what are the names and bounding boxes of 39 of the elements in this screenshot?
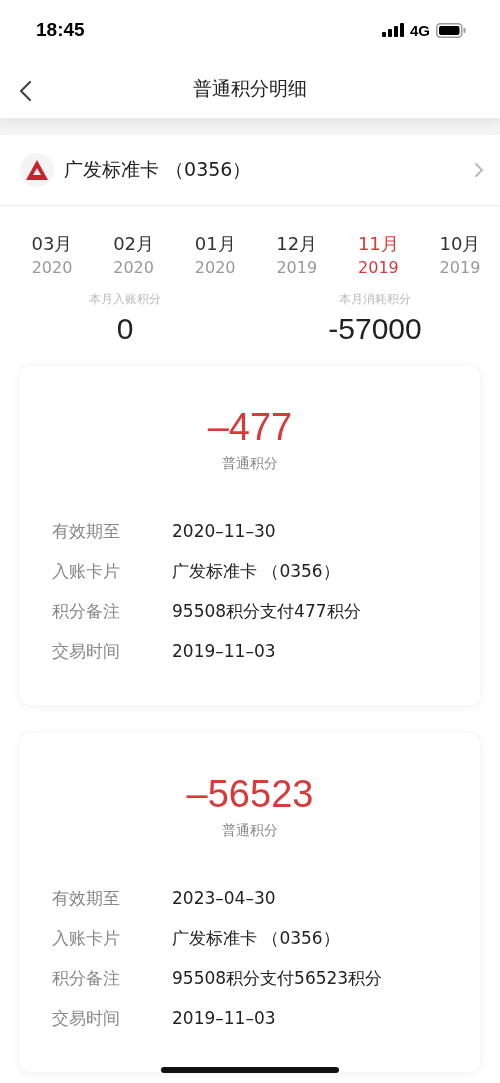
detail-value: 2020–11–30	[172, 521, 277, 541]
month-tab[interactable]: 01月 2020	[185, 232, 246, 277]
card-selector[interactable]: 广发标准卡 （0356）	[64, 157, 474, 183]
detail-label: 交易时间	[52, 1006, 121, 1030]
detail-value: 广发标准卡 （0356）	[172, 559, 341, 583]
detail-value: 95508积分支付477积分	[172, 599, 362, 623]
signal-icon	[382, 23, 404, 37]
detail-label: 有效期至	[52, 886, 121, 910]
detail-label: 积分备注	[52, 599, 121, 623]
detail-value: 2023–04–30	[172, 888, 277, 908]
month-tab[interactable]: 02月 2020	[103, 232, 164, 277]
points-amount: –56523	[186, 773, 314, 816]
points-type: 普通积分	[222, 455, 278, 473]
network-label: 4G	[410, 21, 430, 39]
detail-value: 95508积分支付56523积分	[172, 966, 384, 990]
points-type: 普通积分	[222, 822, 278, 840]
back-icon	[18, 80, 32, 102]
detail-value: 2019–11–03	[172, 1008, 277, 1028]
summary-value: -57000	[328, 312, 422, 346]
bank-logo-icon	[20, 153, 54, 187]
month-tab[interactable]: 03月 2020	[22, 232, 82, 277]
detail-value: 2019–11–03	[172, 641, 277, 661]
detail-label: 积分备注	[52, 966, 121, 990]
status-time: 18:45	[36, 19, 85, 41]
detail-label: 入账卡片	[52, 926, 121, 950]
month-tab[interactable]: 12月 2019	[266, 232, 327, 277]
summary-label: 本月入账积分	[89, 291, 161, 308]
page-title: 普通积分明细	[193, 76, 307, 101]
month-tab[interactable]: 10月 2019	[429, 232, 490, 277]
chevron-right-icon	[474, 162, 484, 178]
detail-label: 交易时间	[52, 639, 121, 663]
detail-label: 入账卡片	[52, 559, 121, 583]
points-amount: –477	[207, 406, 293, 449]
summary-value: 0	[116, 312, 134, 346]
summary-label: 本月消耗积分	[339, 291, 411, 308]
detail-value: 广发标准卡 （0356）	[172, 926, 341, 950]
battery-icon	[436, 22, 466, 38]
detail-label: 有效期至	[52, 519, 121, 543]
month-tab[interactable]: 11月 2019	[348, 232, 409, 277]
